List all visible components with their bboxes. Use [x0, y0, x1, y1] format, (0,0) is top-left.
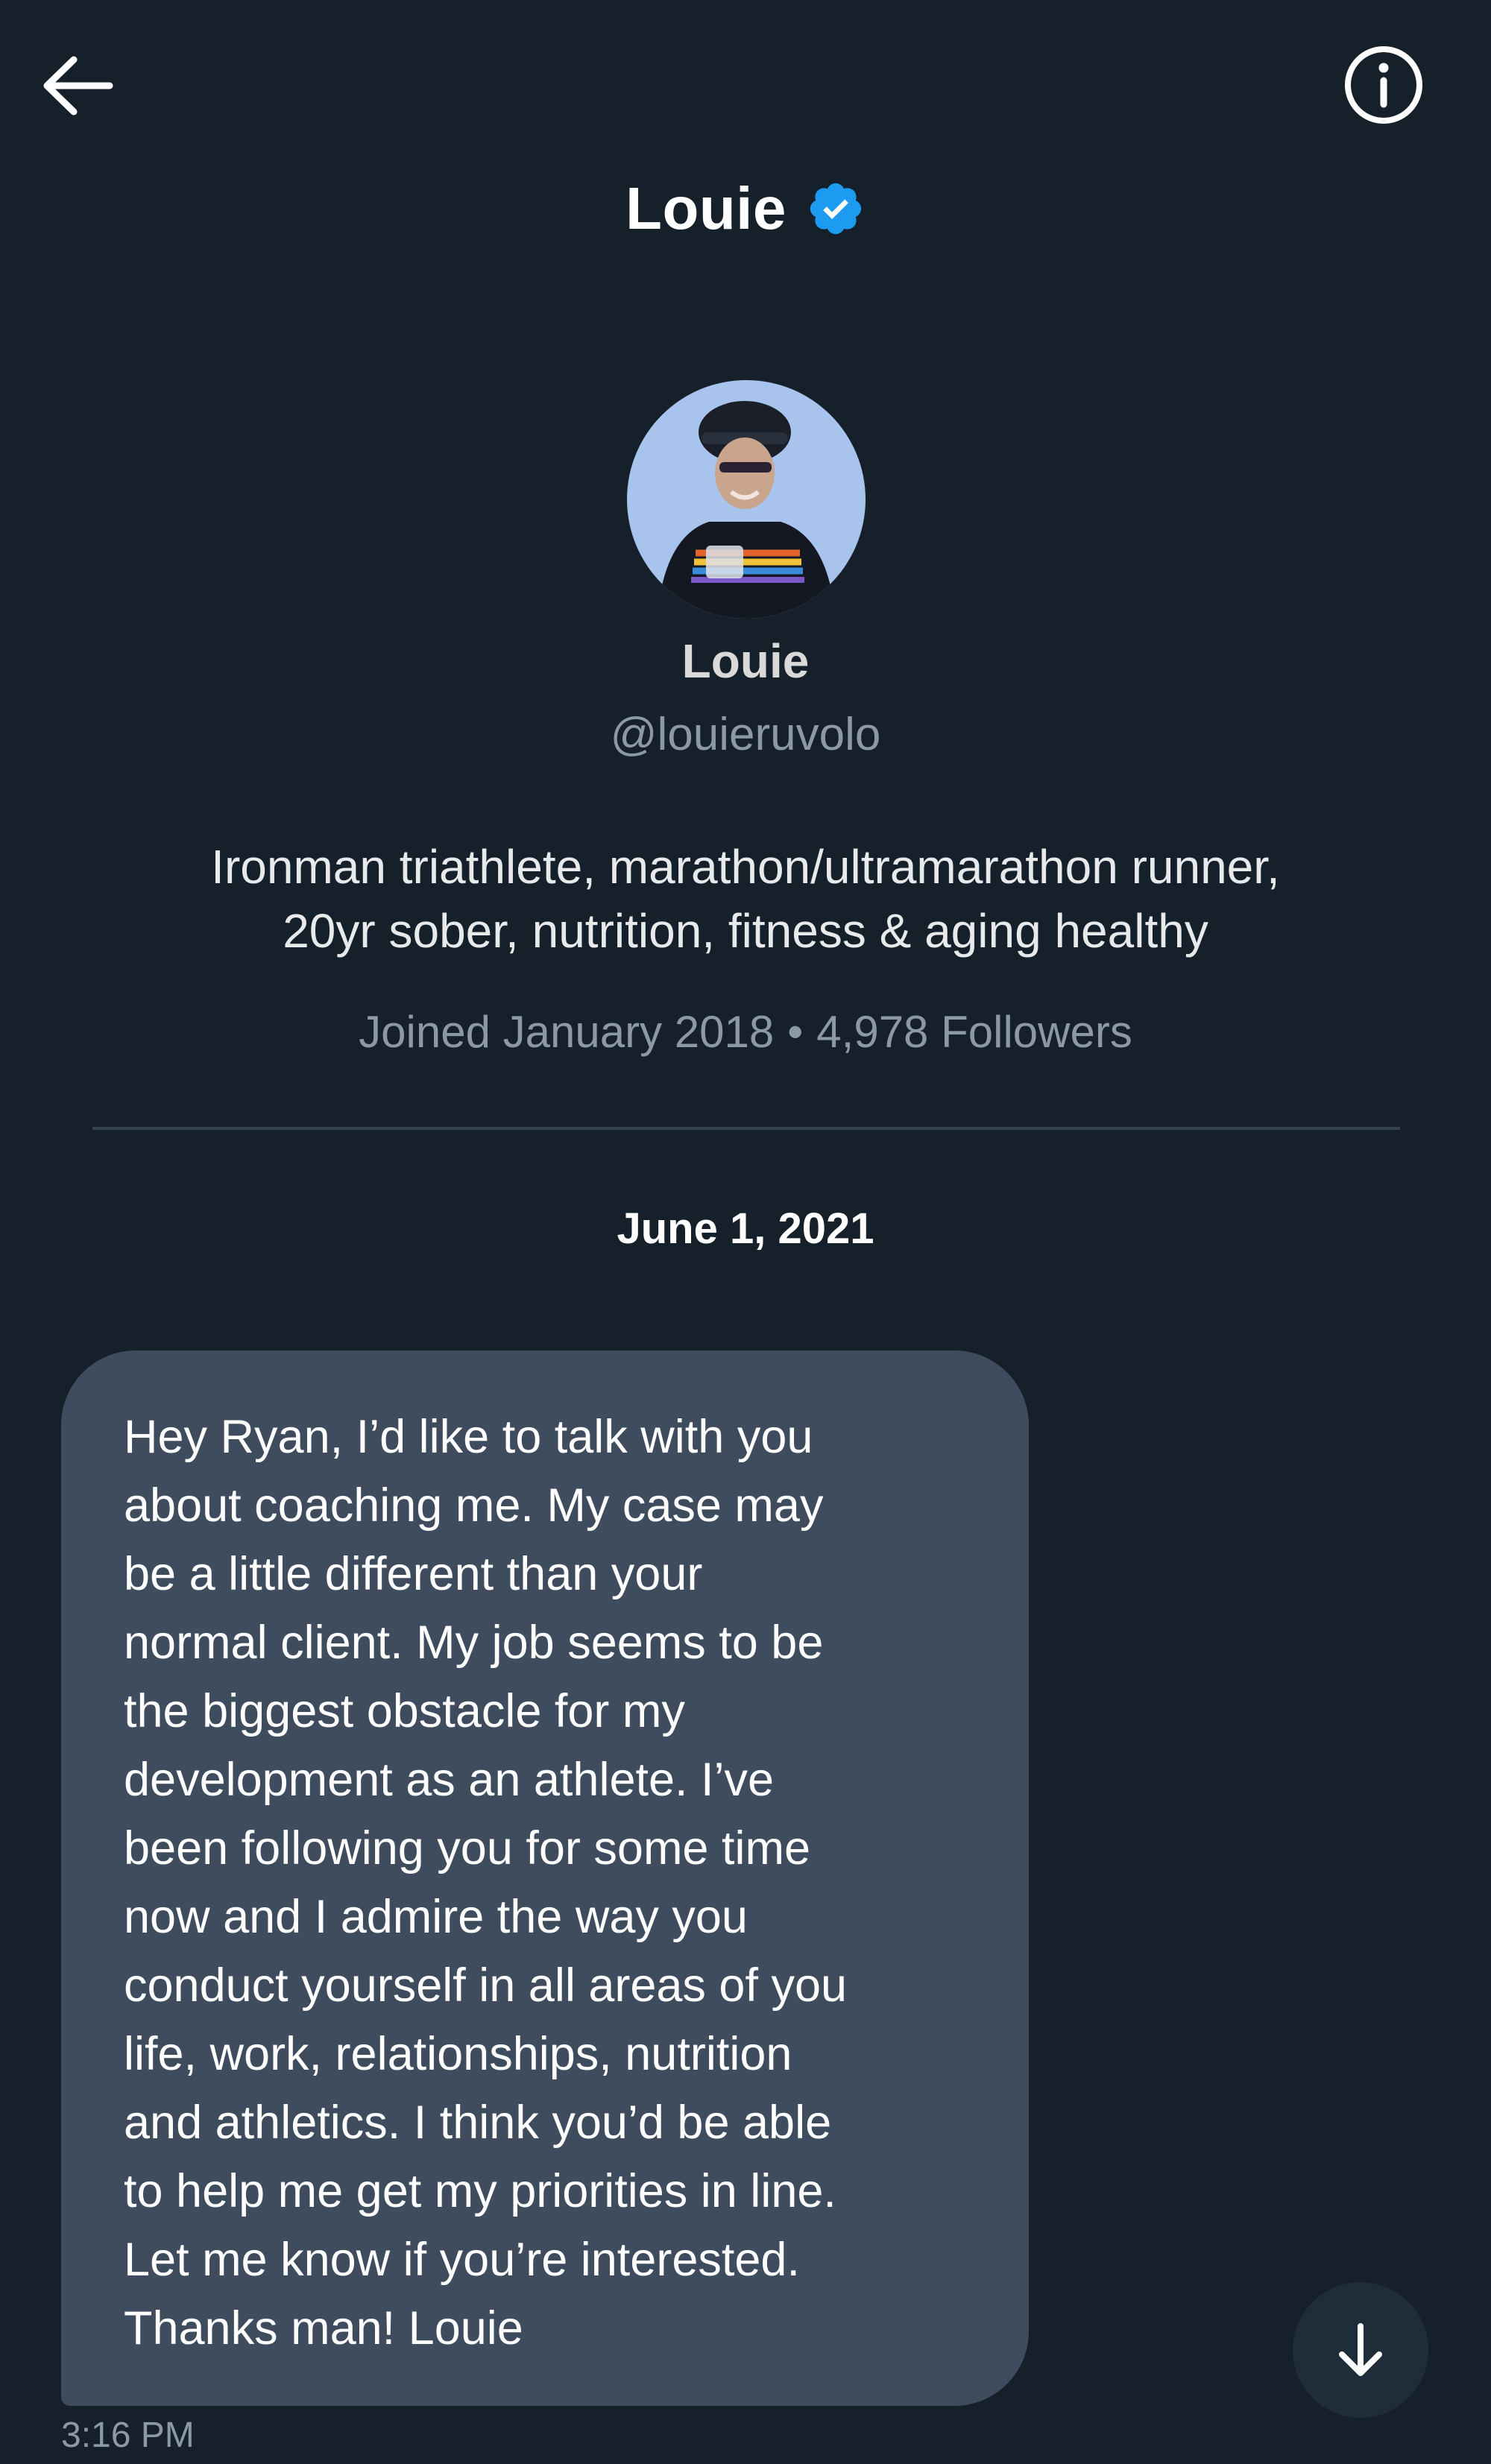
profile-avatar[interactable] [627, 380, 866, 619]
profile-name: Louie [681, 634, 810, 688]
message-timestamp: 3:16 PM [61, 2416, 195, 2455]
profile-bio: Ironman triathlete, marathon/ultramarath… [75, 835, 1416, 963]
back-button[interactable] [37, 45, 119, 127]
arrow-down-icon [1339, 2323, 1382, 2376]
received-message-bubble[interactable]: Hey Ryan, I’d like to talk with you abou… [61, 1351, 1029, 2406]
meta-separator: • [787, 1007, 804, 1057]
profile-divider [92, 1127, 1400, 1130]
profile-handle: @louieruvolo [610, 709, 881, 760]
avatar-photo [627, 380, 866, 619]
dm-conversation-screen: Louie Louie @louieruvolo Ironman triathl… [0, 0, 1491, 2464]
info-button[interactable] [1342, 43, 1425, 127]
profile-meta: Joined January 2018 • 4,978 Followers [0, 1006, 1491, 1058]
verified-badge-icon [810, 183, 862, 235]
date-separator: June 1, 2021 [617, 1204, 874, 1253]
scroll-to-bottom-button[interactable] [1293, 2282, 1428, 2418]
conversation-title-name: Louie [625, 175, 787, 241]
followers-count[interactable]: 4,978 Followers [816, 1007, 1132, 1057]
profile-bio-line: 20yr sober, nutrition, fitness & aging h… [283, 904, 1208, 958]
joined-date: Joined January 2018 [359, 1007, 775, 1057]
profile-bio-line: Ironman triathlete, marathon/ultramarath… [211, 840, 1280, 894]
conversation-title: Louie [0, 168, 1491, 250]
conversation-header: Louie [0, 0, 1491, 291]
arrow-left-icon [43, 56, 113, 116]
info-circle-icon [1345, 46, 1422, 124]
message-text: Hey Ryan, I’d like to talk with you abou… [124, 1411, 848, 2354]
